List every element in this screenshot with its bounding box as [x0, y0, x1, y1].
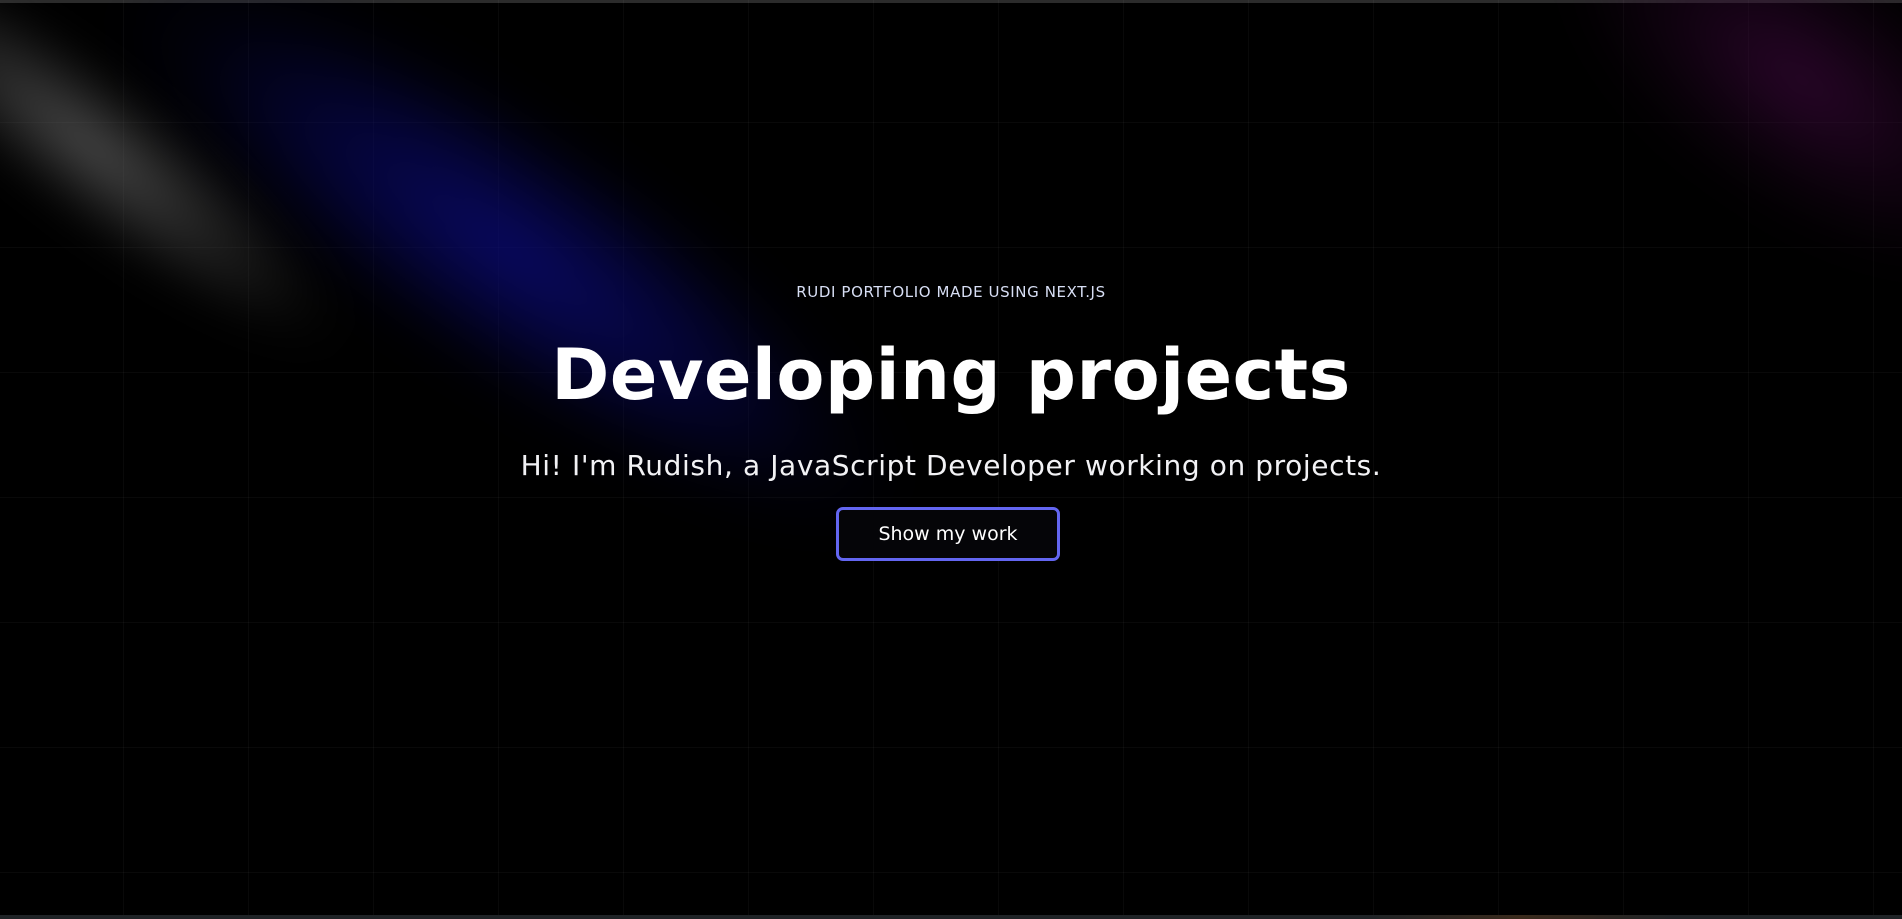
window-bottom-edge	[0, 915, 1902, 919]
hero-subtitle: Hi! I'm Rudish, a JavaScript Developer w…	[520, 449, 1382, 482]
hero-eyebrow: RUDI PORTFOLIO MADE USING NEXT.JS	[796, 283, 1106, 301]
hero-title: Developing projects	[551, 334, 1351, 416]
page: RUDI PORTFOLIO MADE USING NEXT.JS Develo…	[0, 0, 1902, 919]
show-my-work-button[interactable]: Show my work	[836, 507, 1060, 561]
